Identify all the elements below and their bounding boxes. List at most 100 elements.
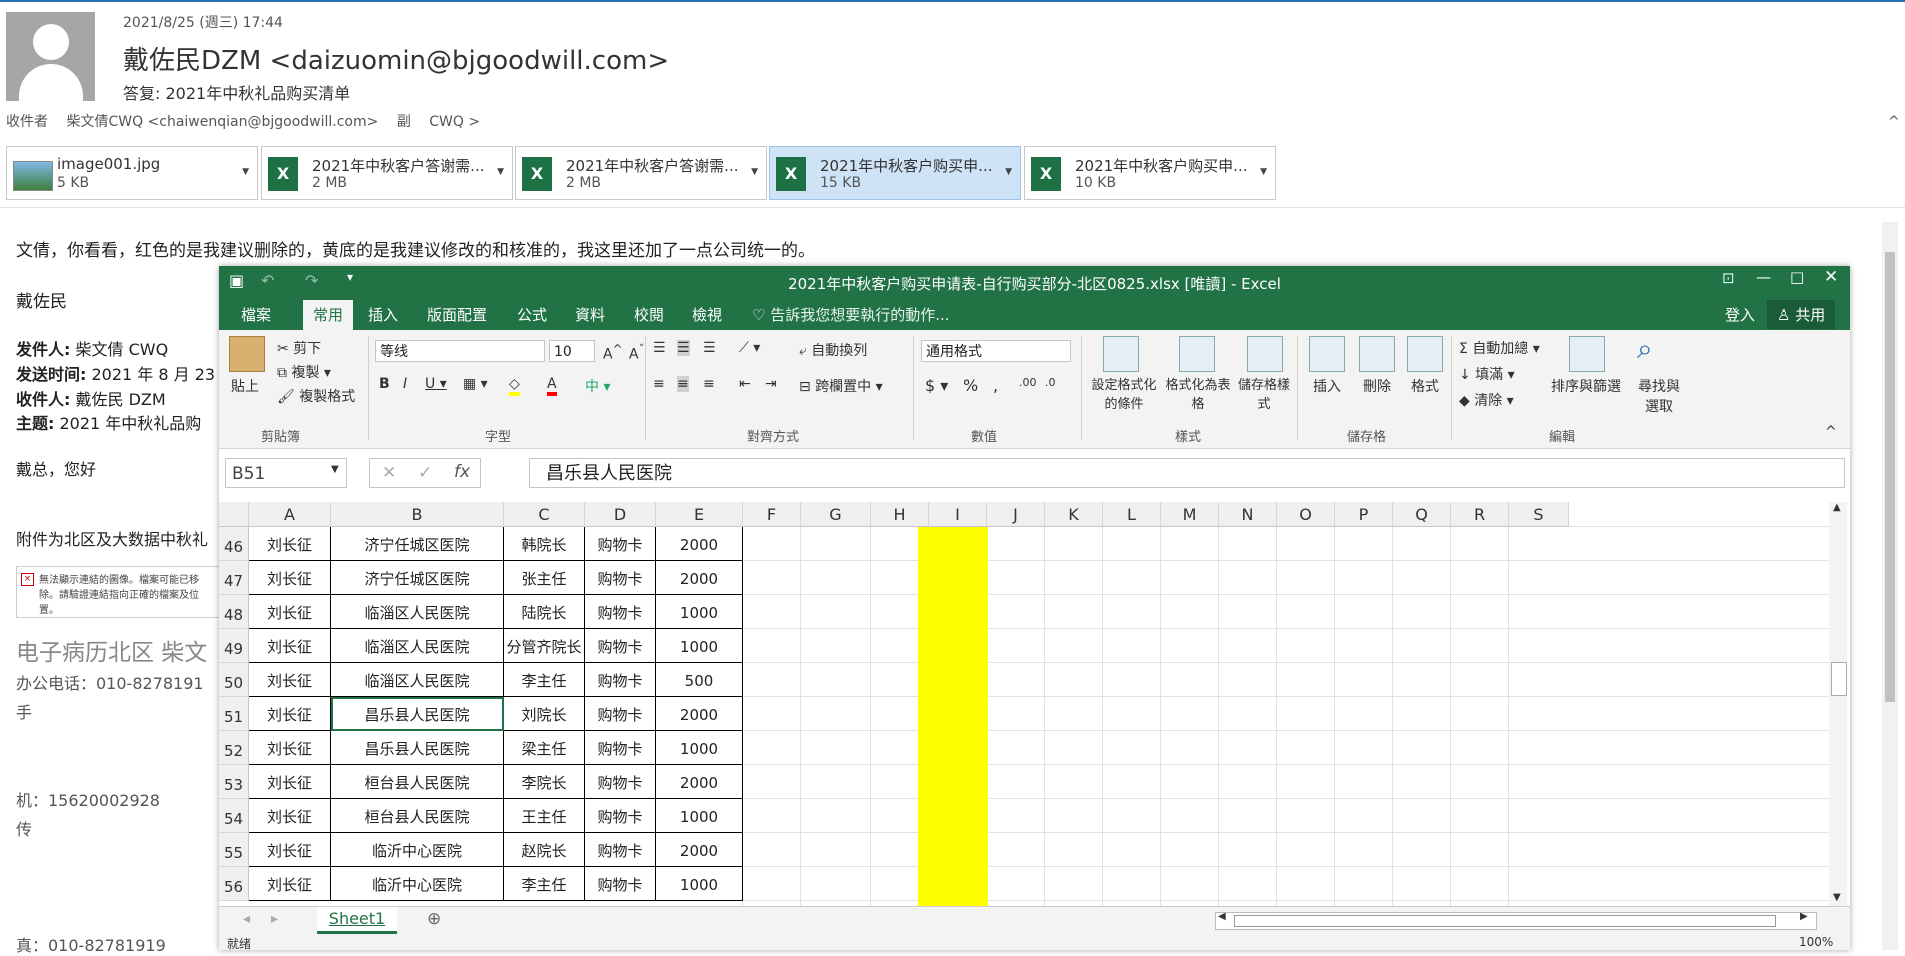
cell-gift-type[interactable]: 购物卡 [585, 629, 656, 663]
cell-hospital[interactable]: 济宁任城区医院 [331, 527, 504, 561]
font-name-select[interactable]: 等线 [375, 340, 545, 362]
row-header[interactable]: 54 [219, 799, 249, 833]
delete-cells-button[interactable]: 刪除 [1363, 376, 1391, 396]
align-bottom-icon[interactable]: ☰ [703, 340, 716, 356]
align-middle-icon[interactable]: ☰ [677, 340, 690, 356]
cut-button[interactable]: ✂ 剪下 [277, 338, 321, 358]
add-sheet-icon[interactable]: ⊕ [427, 909, 441, 929]
format-cells-icon[interactable] [1407, 336, 1443, 372]
align-right-icon[interactable]: ≡ [703, 376, 715, 392]
email-sender[interactable]: 戴佐民DZM <daizuomin@bjgoodwill.com> [123, 40, 669, 77]
shrink-font-icon[interactable]: Aˇ [629, 342, 644, 363]
tab-file[interactable]: 檔案 [241, 304, 271, 325]
cell-name[interactable]: 刘长征 [249, 595, 331, 629]
phonetic-icon[interactable]: 中 ▾ [585, 376, 610, 396]
fill-button[interactable]: ↓ 填滿 ▾ [1459, 364, 1515, 384]
chevron-down-icon[interactable]: ▼ [751, 167, 758, 177]
format-as-table-icon[interactable] [1179, 336, 1215, 372]
select-all-corner[interactable] [219, 502, 249, 527]
collapse-ribbon-icon[interactable]: ^ [1825, 424, 1837, 440]
clear-button[interactable]: ◆ 清除 ▾ [1459, 390, 1514, 410]
grow-font-icon[interactable]: A^ [603, 342, 622, 363]
prev-sheet-icon[interactable]: ◂ [243, 911, 250, 927]
cell-name[interactable]: 刘长征 [249, 765, 331, 799]
cell-contact[interactable]: 张主任 [504, 561, 585, 595]
sort-filter-button[interactable]: 排序與篩選 [1551, 376, 1621, 396]
sign-in-link[interactable]: 登入 [1725, 304, 1755, 325]
chevron-down-icon[interactable]: ▼ [1005, 167, 1012, 177]
row-header[interactable]: 53 [219, 765, 249, 799]
email-scrollbar[interactable] [1882, 222, 1898, 950]
chevron-down-icon[interactable]: ▼ [1260, 167, 1267, 177]
cell-hospital[interactable]: 临沂中心医院 [331, 867, 504, 901]
cell-contact[interactable]: 刘院长 [504, 697, 585, 731]
cell-amount[interactable]: 2000 [656, 765, 743, 799]
tell-me-box[interactable]: ♡ 告訴我您想要執行的動作... [752, 304, 950, 325]
orientation-icon[interactable]: ⟋ ▾ [739, 340, 760, 356]
hscroll-thumb[interactable] [1234, 915, 1776, 927]
attachment-xlsx-3-selected[interactable]: X 2021年中秋客户购买申... 15 KB ▼ [769, 146, 1021, 200]
insert-cells-icon[interactable] [1309, 336, 1345, 372]
currency-icon[interactable]: $ ▾ [925, 376, 948, 395]
autosum-button[interactable]: Σ 自動加總 ▾ [1459, 338, 1540, 358]
insert-function-icon[interactable]: fx [454, 462, 470, 482]
cell-gift-type[interactable]: 购物卡 [585, 595, 656, 629]
ribbon-display-icon[interactable]: ⊡ [1722, 269, 1735, 287]
column-header-c[interactable]: C [504, 502, 585, 527]
column-header-p[interactable]: P [1335, 502, 1393, 527]
cell-contact[interactable]: 韩院长 [504, 527, 585, 561]
cell-name[interactable]: 刘长征 [249, 561, 331, 595]
cell-hospital[interactable]: 昌乐县人民医院 [331, 697, 504, 731]
cell-styles-button[interactable]: 儲存格樣式 [1235, 374, 1293, 412]
tab-review[interactable]: 校閱 [634, 304, 664, 325]
cell-amount[interactable]: 1000 [656, 595, 743, 629]
scroll-up-icon[interactable]: ▲ [1833, 502, 1841, 513]
cell-hospital[interactable]: 桓台县人民医院 [331, 799, 504, 833]
row-header[interactable]: 50 [219, 663, 249, 697]
border-icon[interactable]: ▦ ▾ [463, 376, 488, 392]
find-select-button[interactable]: 尋找與選取 [1637, 376, 1681, 416]
column-header-r[interactable]: R [1451, 502, 1509, 527]
cc-recipient[interactable]: CWQ > [429, 114, 480, 130]
merge-center-button[interactable]: ⊟ 跨欄置中 ▾ [799, 376, 883, 396]
scroll-left-icon[interactable]: ◀ [1218, 911, 1226, 922]
cell-name[interactable]: 刘长征 [249, 663, 331, 697]
column-header-e[interactable]: E [656, 502, 743, 527]
collapse-header-icon[interactable]: ^ [1888, 114, 1900, 130]
cell-gift-type[interactable]: 购物卡 [585, 697, 656, 731]
cell-name[interactable]: 刘长征 [249, 867, 331, 901]
column-header-m[interactable]: M [1161, 502, 1219, 527]
worksheet-grid[interactable]: ABCDEFGHIJKLMNOPQRS 46 刘长征 济宁任城区医院 韩院长 购物卡 20… [219, 502, 1829, 906]
cell-hospital[interactable]: 临淄区人民医院 [331, 629, 504, 663]
row-header[interactable]: 46 [219, 527, 249, 561]
increase-indent-icon[interactable]: ⇥ [765, 376, 777, 392]
tab-data[interactable]: 資料 [575, 304, 605, 325]
grid-vertical-scrollbar[interactable]: ▲ ▼ [1829, 502, 1847, 906]
cell-gift-type[interactable]: 购物卡 [585, 527, 656, 561]
italic-button[interactable]: I [403, 376, 407, 392]
font-color-icon[interactable]: A [547, 376, 557, 396]
cell-amount[interactable]: 1000 [656, 731, 743, 765]
column-header-g[interactable]: G [801, 502, 871, 527]
cell-name[interactable]: 刘长征 [249, 629, 331, 663]
cell-hospital[interactable]: 临淄区人民医院 [331, 595, 504, 629]
column-header-l[interactable]: L [1103, 502, 1161, 527]
recipient[interactable]: 柴文倩CWQ <chaiwenqian@bjgoodwill.com> [66, 114, 378, 130]
cell-contact[interactable]: 李主任 [504, 867, 585, 901]
tab-insert[interactable]: 插入 [368, 304, 398, 325]
cell-amount[interactable]: 1000 [656, 867, 743, 901]
cell-name[interactable]: 刘长征 [249, 799, 331, 833]
column-header-h[interactable]: H [871, 502, 929, 527]
column-header-s[interactable]: S [1509, 502, 1569, 527]
cell-amount[interactable]: 1000 [656, 799, 743, 833]
row-header[interactable]: 56 [219, 867, 249, 901]
row-header[interactable]: 49 [219, 629, 249, 663]
name-box-chevron-icon[interactable]: ▼ [331, 464, 339, 475]
row-header[interactable]: 52 [219, 731, 249, 765]
cell-gift-type[interactable]: 购物卡 [585, 799, 656, 833]
percent-icon[interactable]: % [963, 376, 978, 395]
paste-button[interactable]: 貼上 [231, 376, 259, 396]
tab-formulas[interactable]: 公式 [517, 304, 547, 325]
column-header-a[interactable]: A [249, 502, 331, 527]
row-header[interactable]: 55 [219, 833, 249, 867]
